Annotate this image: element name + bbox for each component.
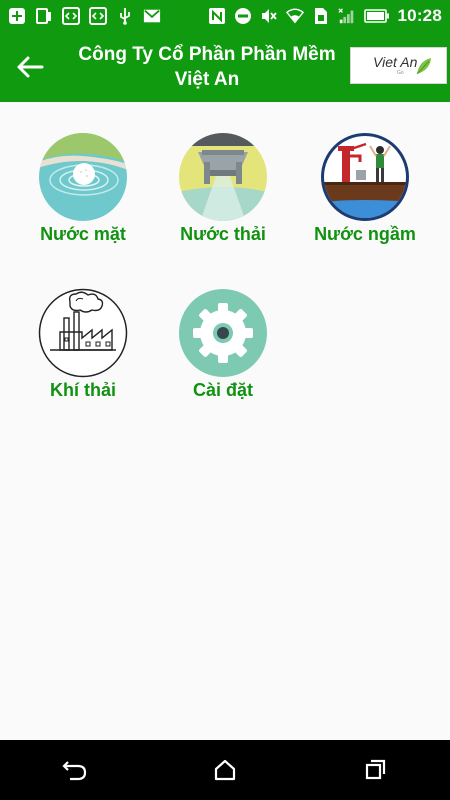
logo-subtext: Go [397, 70, 404, 76]
menu-label: Nước mặt [40, 224, 126, 244]
surface-water-icon [39, 133, 127, 221]
menu-item-surface-water[interactable]: Nước mặt [13, 132, 153, 245]
home-icon [214, 759, 236, 781]
wifi-icon [285, 7, 304, 25]
sim-icon [312, 7, 330, 25]
navigation-bar [0, 740, 450, 800]
back-button[interactable] [10, 49, 50, 85]
menu-label: Nước ngầm [314, 224, 416, 244]
menu-item-groundwater[interactable]: Nước ngầm [295, 132, 435, 245]
do-not-disturb-icon [234, 7, 252, 25]
gmail-icon [143, 7, 161, 25]
menu-item-wastewater[interactable]: Nước thải [153, 132, 293, 245]
menu-item-settings[interactable]: Cài đặt [153, 288, 293, 401]
menu-label: Khí thải [50, 380, 116, 400]
settings-gear-icon [179, 289, 267, 377]
mute-icon [260, 7, 278, 25]
groundwater-icon [321, 133, 409, 221]
arrow-back-icon [17, 56, 44, 78]
recents-icon [365, 759, 386, 780]
menu-label: Cài đặt [192, 380, 253, 400]
nav-back-button[interactable] [45, 745, 105, 795]
tablet-icon [35, 7, 53, 25]
wastewater-icon [179, 133, 267, 221]
battery-icon [363, 7, 390, 25]
nav-recents-button[interactable] [345, 745, 405, 795]
factory-emission-icon [38, 288, 128, 378]
menu-item-emissions[interactable]: Khí thải [13, 288, 153, 401]
signal-icon [337, 7, 356, 25]
logo-text: Viet An [373, 54, 418, 70]
nav-home-button[interactable] [195, 745, 255, 795]
status-bar: 10:28 [0, 0, 450, 32]
menu-label: Nước thải [180, 224, 266, 244]
page-title: Công Ty Cổ Phần Phần Mềm Việt An [78, 44, 336, 90]
add-box-icon [8, 7, 26, 25]
code-icon [89, 7, 107, 25]
nfc-icon [208, 7, 226, 25]
back-nav-icon [62, 761, 87, 781]
usb-icon [116, 7, 134, 25]
clock: 10:28 [397, 6, 442, 25]
company-logo: Viet An Go [350, 47, 447, 84]
code-icon [62, 7, 80, 25]
